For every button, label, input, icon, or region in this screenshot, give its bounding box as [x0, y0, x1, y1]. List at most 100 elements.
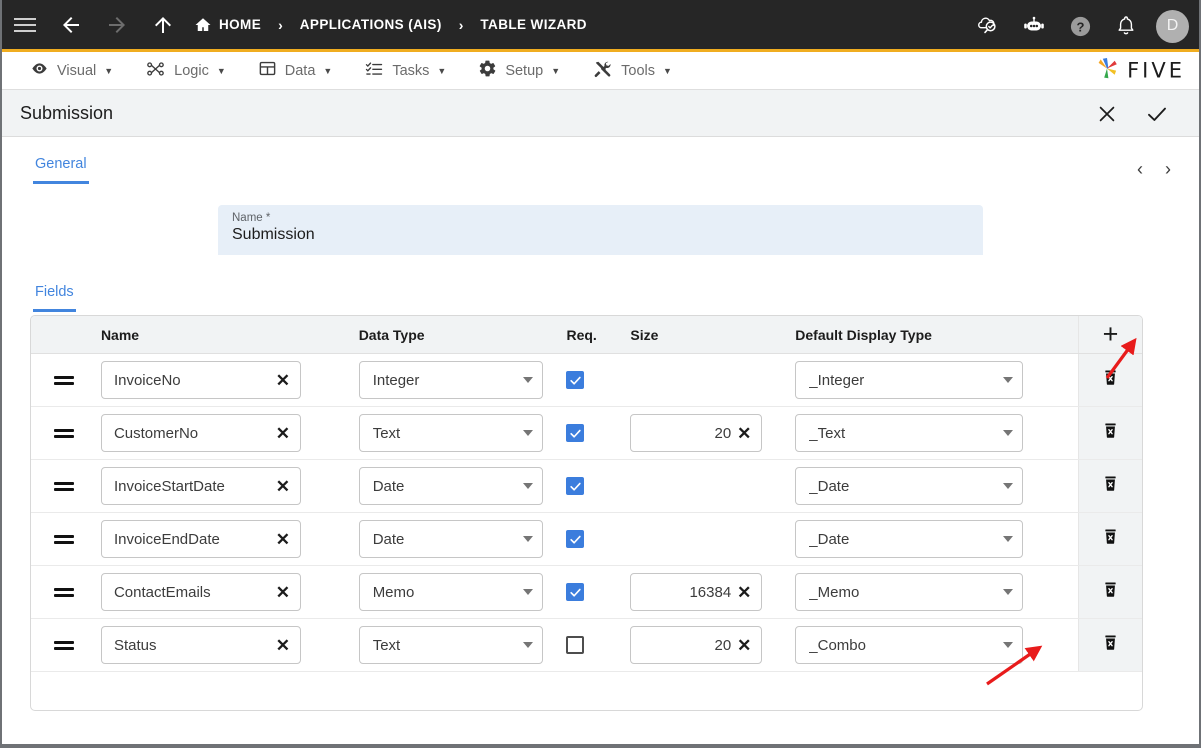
- chevron-down-icon: [1003, 589, 1013, 595]
- breadcrumb-item-table-wizard[interactable]: TABLE WIZARD: [476, 17, 591, 32]
- clear-icon[interactable]: ✕: [276, 637, 290, 654]
- clear-icon[interactable]: ✕: [737, 425, 751, 442]
- data-type-select-5[interactable]: Text: [359, 626, 543, 664]
- help-icon[interactable]: ?: [1060, 0, 1100, 52]
- size-input-1[interactable]: 20 ✕: [630, 414, 762, 452]
- display-type-select-1[interactable]: _Text: [795, 414, 1023, 452]
- required-checkbox-2[interactable]: [566, 477, 584, 495]
- display-type-select-0[interactable]: _Integer: [795, 361, 1023, 399]
- breadcrumb-separator-2: ›: [459, 17, 464, 33]
- size-input-5[interactable]: 20 ✕: [630, 626, 762, 664]
- back-arrow-icon[interactable]: [48, 0, 94, 51]
- display-type-select-3[interactable]: _Date: [795, 520, 1023, 558]
- name-input-2[interactable]: InvoiceStartDate ✕: [101, 467, 301, 505]
- drag-handle-icon[interactable]: [31, 535, 97, 544]
- cell-required: [566, 477, 626, 495]
- menu-item-tasks[interactable]: Tasks ▼: [354, 52, 456, 90]
- data-type-select-3[interactable]: Date: [359, 520, 543, 558]
- cell-required: [566, 371, 626, 389]
- record-pager: ‹ ›: [1137, 159, 1171, 180]
- chevron-down-icon: ▼: [663, 66, 672, 76]
- cell-default-display-type: _Text: [791, 414, 1078, 452]
- display-type-select-4[interactable]: _Memo: [795, 573, 1023, 611]
- forward-arrow-icon[interactable]: [94, 0, 140, 51]
- form-header: Submission: [2, 90, 1199, 137]
- menu-item-tools[interactable]: Tools ▼: [582, 52, 682, 90]
- required-checkbox-0[interactable]: [566, 371, 584, 389]
- drag-handle-icon[interactable]: [31, 482, 97, 491]
- chevron-down-icon: [523, 483, 533, 489]
- display-type-value: _Memo: [809, 584, 1003, 601]
- name-input-4[interactable]: ContactEmails ✕: [101, 573, 301, 611]
- delete-row-button-5[interactable]: [1078, 619, 1142, 671]
- table-row: ContactEmails ✕ Memo 16384 ✕ _Memo: [31, 566, 1142, 619]
- delete-row-button-3[interactable]: [1078, 513, 1142, 565]
- required-checkbox-1[interactable]: [566, 424, 584, 442]
- header-cell-size: Size: [626, 327, 791, 343]
- bell-icon[interactable]: [1106, 0, 1146, 52]
- name-value: ContactEmails: [114, 584, 276, 601]
- drag-handle-icon[interactable]: [31, 429, 97, 438]
- name-input-3[interactable]: InvoiceEndDate ✕: [101, 520, 301, 558]
- delete-row-button-0[interactable]: [1078, 354, 1142, 406]
- cell-data-type: Date: [355, 520, 567, 558]
- next-record-button[interactable]: ›: [1165, 159, 1171, 180]
- delete-trash-icon: [1101, 474, 1120, 498]
- required-checkbox-3[interactable]: [566, 530, 584, 548]
- data-type-select-0[interactable]: Integer: [359, 361, 543, 399]
- data-type-select-4[interactable]: Memo: [359, 573, 543, 611]
- gear-icon: [478, 59, 497, 82]
- name-value: InvoiceStartDate: [114, 478, 276, 495]
- table-grid-icon: [258, 59, 277, 82]
- breadcrumb-item-applications[interactable]: APPLICATIONS (AIS): [296, 17, 446, 32]
- drag-handle-icon[interactable]: [31, 641, 97, 650]
- menu-item-data[interactable]: Data ▼: [248, 52, 343, 90]
- hamburger-menu-icon[interactable]: [2, 0, 48, 51]
- previous-record-button[interactable]: ‹: [1137, 159, 1143, 180]
- name-input-1[interactable]: CustomerNo ✕: [101, 414, 301, 452]
- clear-icon[interactable]: ✕: [276, 584, 290, 601]
- data-type-value: Date: [373, 478, 523, 495]
- clear-icon[interactable]: ✕: [276, 372, 290, 389]
- required-checkbox-5[interactable]: [566, 636, 584, 654]
- menu-item-visual[interactable]: Visual ▼: [20, 52, 123, 90]
- avatar[interactable]: D: [1156, 10, 1189, 43]
- clear-icon[interactable]: ✕: [737, 637, 751, 654]
- cloud-check-search-icon[interactable]: [968, 0, 1008, 52]
- clear-icon[interactable]: ✕: [276, 425, 290, 442]
- chevron-down-icon: [523, 642, 533, 648]
- name-input-5[interactable]: Status ✕: [101, 626, 301, 664]
- menu-label-tools: Tools: [621, 63, 655, 79]
- name-field[interactable]: Name * Submission: [218, 205, 983, 255]
- tab-general[interactable]: General: [33, 151, 89, 184]
- delete-row-button-1[interactable]: [1078, 407, 1142, 459]
- display-type-select-5[interactable]: _Combo: [795, 626, 1023, 664]
- drag-handle-icon[interactable]: [31, 588, 97, 597]
- robot-icon[interactable]: [1014, 0, 1054, 52]
- display-type-select-2[interactable]: _Date: [795, 467, 1023, 505]
- drag-handle-icon[interactable]: [31, 376, 97, 385]
- tab-fields[interactable]: Fields: [33, 279, 76, 312]
- menu-item-logic[interactable]: Logic ▼: [135, 52, 236, 90]
- data-type-select-2[interactable]: Date: [359, 467, 543, 505]
- size-input-4[interactable]: 16384 ✕: [630, 573, 762, 611]
- add-row-button[interactable]: +: [1078, 316, 1142, 353]
- check-icon[interactable]: [1145, 102, 1169, 126]
- up-arrow-icon[interactable]: [140, 0, 186, 51]
- delete-row-button-2[interactable]: [1078, 460, 1142, 512]
- clear-icon[interactable]: ✕: [737, 584, 751, 601]
- header-cell-data-type: Data Type: [355, 327, 567, 343]
- chevron-down-icon: ▼: [437, 66, 446, 76]
- required-checkbox-4[interactable]: [566, 583, 584, 601]
- cell-name: InvoiceEndDate ✕: [97, 520, 355, 558]
- name-input-0[interactable]: InvoiceNo ✕: [101, 361, 301, 399]
- clear-icon[interactable]: ✕: [276, 531, 290, 548]
- close-icon[interactable]: [1095, 102, 1119, 126]
- menu-item-setup[interactable]: Setup ▼: [468, 52, 570, 90]
- data-type-select-1[interactable]: Text: [359, 414, 543, 452]
- delete-row-button-4[interactable]: [1078, 566, 1142, 618]
- table-header-row: Name Data Type Req. Size Default Display…: [31, 316, 1142, 354]
- breadcrumb-item-home[interactable]: HOME: [190, 16, 265, 34]
- delete-trash-icon: [1101, 368, 1120, 392]
- clear-icon[interactable]: ✕: [276, 478, 290, 495]
